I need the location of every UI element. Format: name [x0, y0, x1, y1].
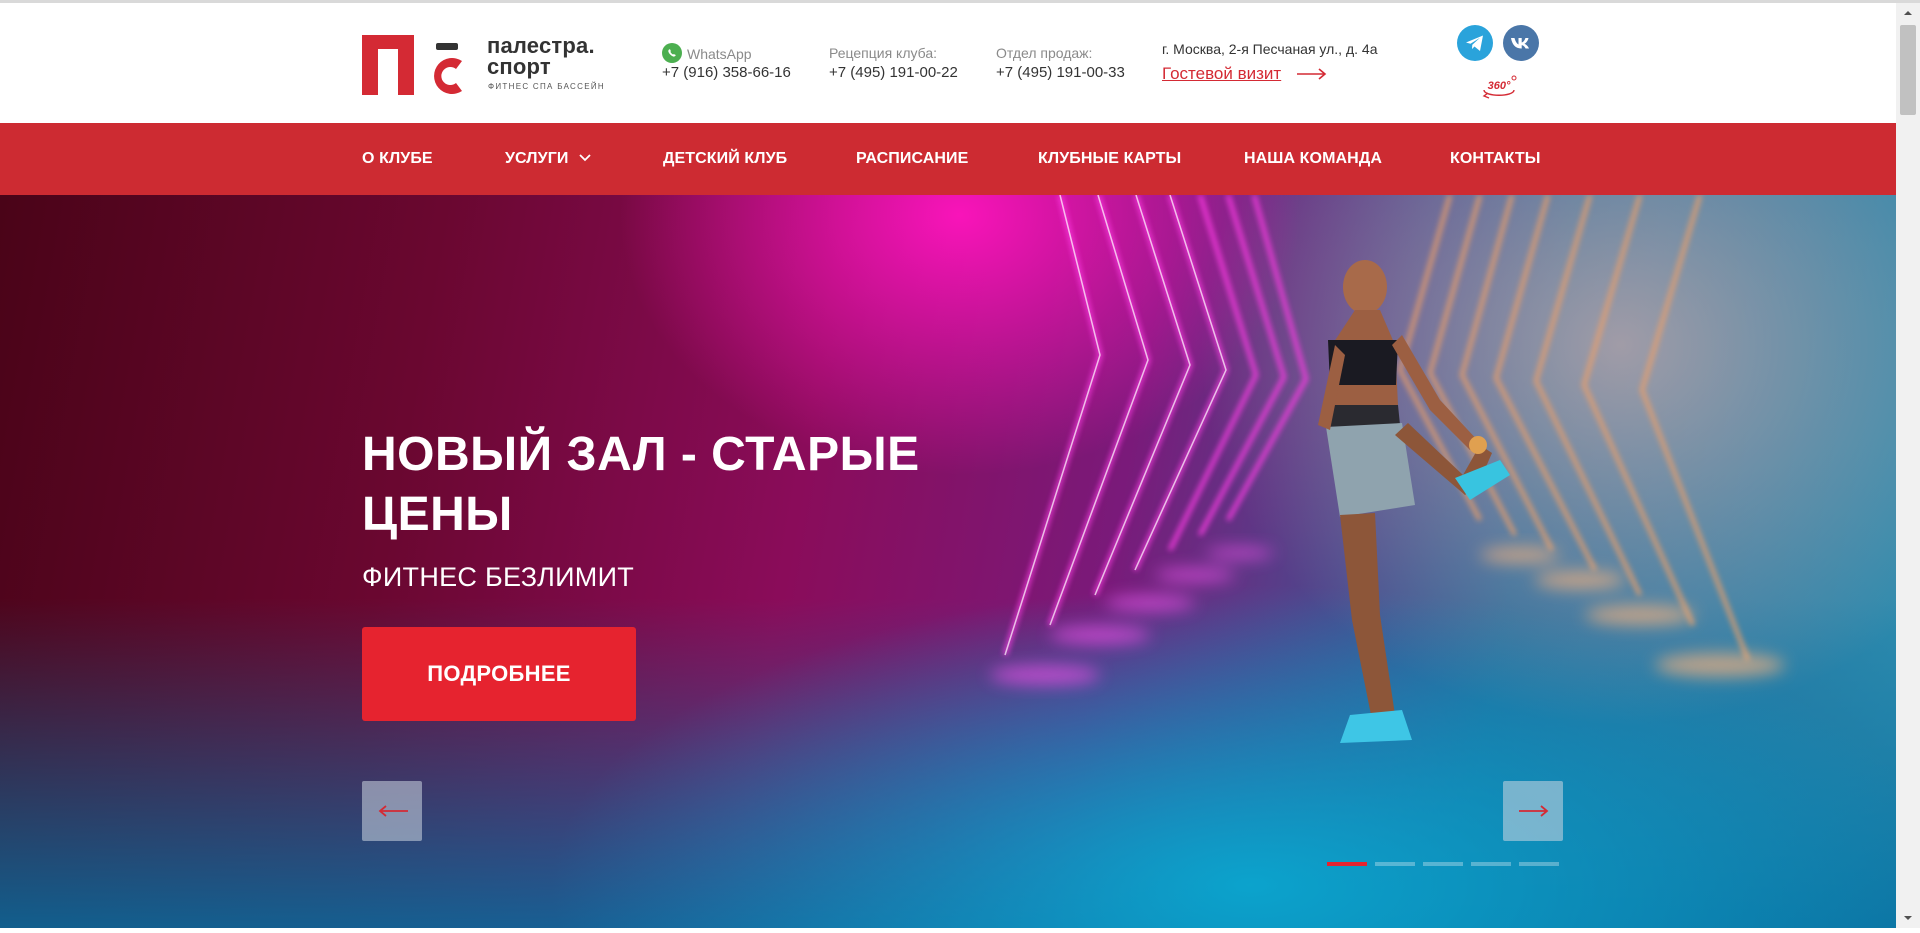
sales-phone[interactable]: +7 (495) 191-00-33 — [996, 63, 1125, 83]
slider-next-button[interactable] — [1503, 781, 1563, 841]
nav-item-about[interactable]: О КЛУБЕ — [362, 123, 433, 195]
nav-item-club-cards[interactable]: КЛУБНЫЕ КАРТЫ — [1038, 123, 1181, 195]
guest-visit-link[interactable]: Гостевой визит — [1162, 64, 1327, 84]
whatsapp-phone[interactable]: +7 (916) 358-66-16 — [662, 63, 791, 83]
tour-360-icon: 360° — [1482, 75, 1517, 99]
logo[interactable]: палестра. спорт ФИТНЕС СПА БАССЕЙН — [362, 33, 612, 99]
brand-name: палестра. спорт — [487, 35, 595, 79]
arrow-right-icon — [1519, 805, 1549, 817]
nav-item-schedule[interactable]: РАСПИСАНИЕ — [856, 123, 968, 195]
chevron-down-icon — [579, 154, 591, 162]
hero-title: НОВЫЙ ЗАЛ - СТАРЫЕ ЦЕНЫ — [362, 428, 920, 541]
scroll-down-arrow-icon — [1904, 916, 1912, 920]
slider-dot[interactable] — [1519, 862, 1559, 866]
arrow-left-icon — [378, 805, 408, 817]
club-address: г. Москва, 2-я Песчаная ул., д. 4а — [1162, 41, 1378, 57]
hero-slider: НОВЫЙ ЗАЛ - СТАРЫЕ ЦЕНЫ ФИТНЕС БЕЗЛИМИТ … — [0, 195, 1896, 928]
page-scrollbar[interactable] — [1896, 3, 1920, 928]
contact-whatsapp: WhatsApp +7 (916) 358-66-16 — [662, 43, 791, 83]
hero-subtitle: ФИТНЕС БЕЗЛИМИТ — [362, 562, 635, 592]
vk-icon — [1511, 38, 1529, 49]
nav-item-team[interactable]: НАША КОМАНДА — [1244, 123, 1382, 195]
guest-visit-label: Гостевой визит — [1162, 64, 1282, 83]
nav-item-services-label: УСЛУГИ — [505, 150, 569, 167]
slider-prev-button[interactable] — [362, 781, 422, 841]
contact-sales: Отдел продаж: +7 (495) 191-00-33 — [996, 43, 1125, 83]
slider-dot[interactable] — [1423, 862, 1463, 866]
logo-mark-icon — [362, 35, 462, 95]
sales-label: Отдел продаж: — [996, 45, 1093, 61]
whatsapp-label: WhatsApp — [687, 46, 752, 62]
vk-button[interactable] — [1503, 25, 1539, 61]
nav-item-services[interactable]: УСЛУГИ — [505, 123, 591, 195]
nav-item-contacts[interactable]: КОНТАКТЫ — [1450, 123, 1541, 195]
scroll-up-arrow-icon — [1904, 11, 1912, 15]
more-details-button[interactable]: ПОДРОБНЕЕ — [362, 627, 636, 721]
arrow-right-icon — [1297, 68, 1327, 80]
athlete-figure — [1318, 260, 1510, 743]
tour-360-label: 360° — [1488, 80, 1511, 92]
slider-dot[interactable] — [1327, 862, 1367, 866]
whatsapp-icon[interactable] — [662, 43, 682, 63]
site-header: палестра. спорт ФИТНЕС СПА БАССЕЙН Whats… — [0, 3, 1896, 123]
telegram-button[interactable] — [1457, 25, 1493, 61]
brand-tagline: ФИТНЕС СПА БАССЕЙН — [488, 82, 605, 91]
main-nav: О КЛУБЕ УСЛУГИ ДЕТСКИЙ КЛУБ РАСПИСАНИЕ К… — [0, 123, 1896, 195]
telegram-icon — [1466, 35, 1483, 51]
scroll-down-button[interactable] — [1896, 908, 1920, 928]
scrollbar-thumb[interactable] — [1900, 25, 1916, 115]
slider-dot[interactable] — [1471, 862, 1511, 866]
hero-background-image — [990, 195, 1785, 743]
nav-item-kids-club[interactable]: ДЕТСКИЙ КЛУБ — [663, 123, 787, 195]
reception-phone[interactable]: +7 (495) 191-00-22 — [829, 63, 958, 83]
slider-dot[interactable] — [1375, 862, 1415, 866]
scroll-up-button[interactable] — [1896, 3, 1920, 23]
brand-name-line2: спорт — [487, 54, 551, 79]
tour-360-button[interactable]: 360° — [1479, 73, 1519, 103]
contact-reception: Рецепция клуба: +7 (495) 191-00-22 — [829, 43, 958, 83]
reception-label: Рецепция клуба: — [829, 45, 938, 61]
